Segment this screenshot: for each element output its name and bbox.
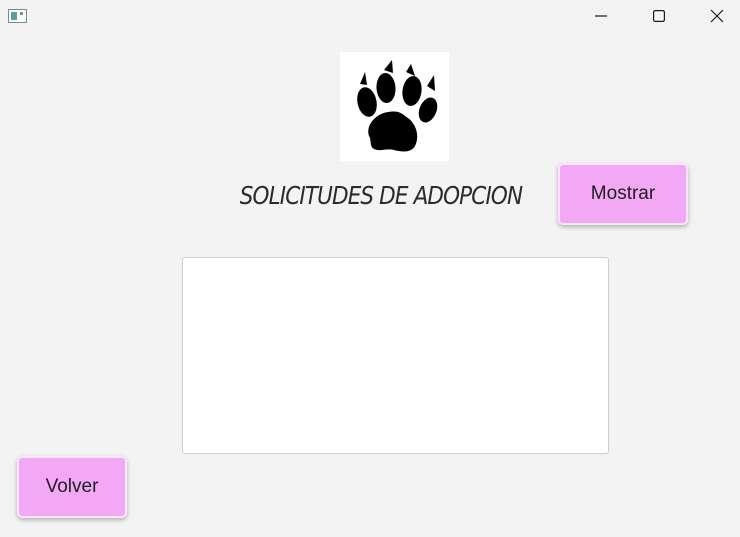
back-button[interactable]: Volver bbox=[17, 456, 127, 518]
app-icon bbox=[8, 9, 27, 23]
paw-print-icon bbox=[357, 60, 438, 152]
close-icon bbox=[710, 9, 724, 23]
maximize-icon bbox=[653, 10, 665, 22]
minimize-icon bbox=[595, 15, 607, 17]
window-titlebar bbox=[0, 0, 740, 32]
show-button-label: Mostrar bbox=[590, 183, 656, 204]
close-button[interactable] bbox=[694, 0, 740, 32]
back-button-label: Volver bbox=[45, 476, 99, 497]
minimize-button[interactable] bbox=[578, 0, 624, 32]
results-area[interactable] bbox=[182, 257, 609, 454]
show-button[interactable]: Mostrar bbox=[558, 163, 688, 225]
page-title: SOLICITUDES DE ADOPCION bbox=[239, 181, 523, 210]
logo bbox=[340, 52, 449, 161]
maximize-button[interactable] bbox=[636, 0, 682, 32]
